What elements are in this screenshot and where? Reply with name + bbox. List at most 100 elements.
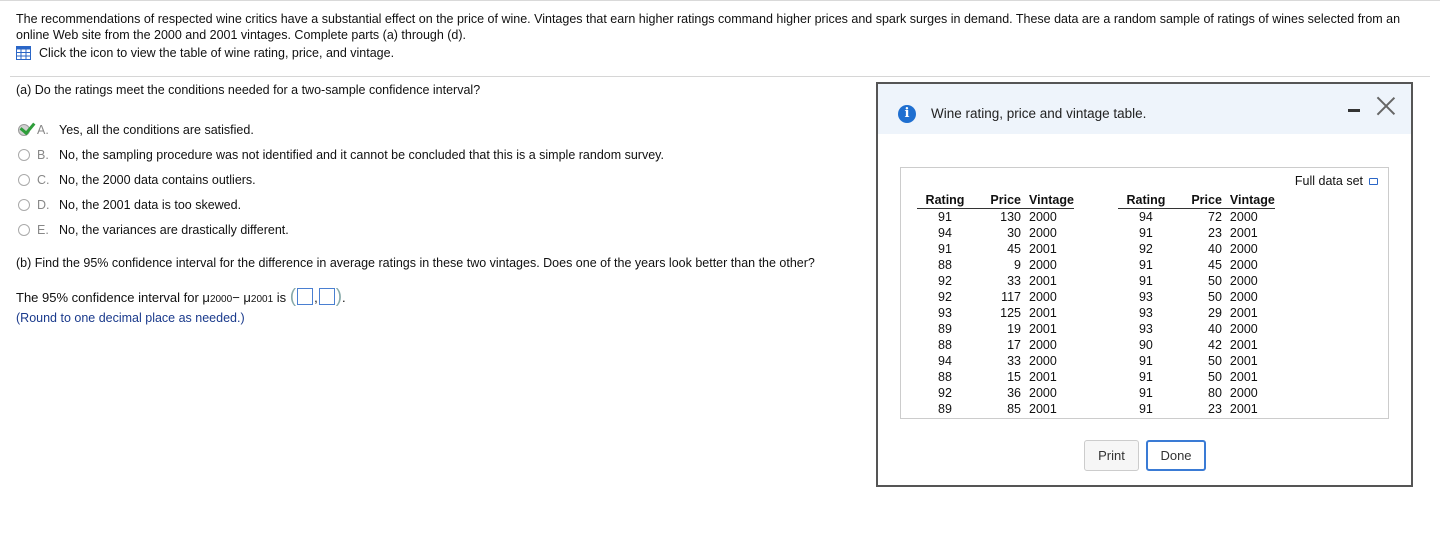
table-cell: 2001 (1229, 338, 1258, 352)
option-e[interactable]: E. No, the variances are drastically dif… (18, 222, 289, 238)
part-b-question: (b) Find the 95% confidence interval for… (16, 256, 815, 270)
close-icon[interactable] (1376, 96, 1396, 116)
table-cell: 93 (1138, 290, 1153, 304)
table-cell: 2001 (1029, 242, 1057, 256)
done-button[interactable]: Done (1146, 440, 1206, 471)
option-text: No, the 2001 data is too skewed. (59, 198, 242, 212)
ci-comma: , (314, 290, 318, 305)
col-header: Price (973, 192, 1029, 209)
data-table-dialog: i Wine rating, price and vintage table. … (876, 82, 1413, 487)
option-letter: A. (37, 123, 49, 137)
table-cell: 2001 (1029, 306, 1057, 320)
table-cell: 23 (1208, 402, 1222, 416)
table-cell: 2000 (1029, 386, 1057, 400)
option-letter: E. (37, 223, 49, 237)
table-link[interactable]: Click the icon to view the table of wine… (16, 46, 394, 60)
table-cell: 92 (938, 386, 952, 400)
table-cell: 45 (1007, 242, 1021, 256)
divider (10, 76, 1430, 77)
table-cell: 85 (1007, 402, 1021, 416)
table-cell: 2001 (1229, 226, 1258, 240)
table-cell: 50 (1208, 274, 1222, 288)
part-a-question: (a) Do the ratings meet the conditions n… (16, 83, 481, 97)
table-cell: 42 (1208, 338, 1222, 352)
radio-b[interactable] (18, 149, 30, 161)
table-cell: 2000 (1029, 258, 1057, 272)
table-cell: 40 (1208, 322, 1222, 336)
table-cell: 2001 (1029, 370, 1057, 384)
table-cell: 2000 (1229, 322, 1258, 336)
radio-d[interactable] (18, 199, 30, 211)
ci-sub-2000: 2000 (209, 294, 233, 305)
table-cell: 91 (1138, 370, 1153, 384)
table-cell: 2000 (1229, 210, 1258, 224)
table-cell: 2001 (1229, 354, 1258, 368)
table-cell: 2000 (1029, 210, 1057, 224)
option-a[interactable]: A. Yes, all the conditions are satisfied… (18, 118, 254, 138)
ci-period: . (342, 290, 346, 305)
table-cell: 94 (1138, 210, 1153, 224)
table-cell: 92 (938, 274, 952, 288)
minimize-icon[interactable] (1348, 109, 1360, 112)
table-cell: 88 (938, 258, 952, 272)
table-cell: 89 (938, 402, 952, 416)
table-row: 92 117 2000 93 50 2000 (917, 289, 1275, 305)
table-cell: 50 (1208, 290, 1222, 304)
ci-upper-input[interactable] (318, 288, 335, 305)
table-row: 91 45 2001 92 40 2000 (917, 241, 1275, 257)
option-text: No, the variances are drastically differ… (59, 223, 289, 237)
table-cell: 91 (1138, 402, 1153, 416)
confidence-interval-sentence: The 95% confidence interval for μ 2000 − … (16, 287, 346, 306)
table-cell: 125 (1000, 306, 1021, 320)
table-cell: 2000 (1029, 338, 1057, 352)
table-cell: 2000 (1229, 386, 1258, 400)
copy-icon[interactable] (1369, 177, 1378, 185)
table-cell: 91 (1138, 258, 1153, 272)
full-data-set-link[interactable]: Full data set (1295, 174, 1378, 188)
table-cell: 92 (938, 290, 952, 304)
table-cell: 91 (1138, 226, 1153, 240)
radio-c[interactable] (18, 174, 30, 186)
table-cell: 2000 (1229, 290, 1258, 304)
table-cell: 94 (938, 354, 952, 368)
table-row: 93 125 2001 93 29 2001 (917, 305, 1275, 321)
table-cell: 2001 (1229, 306, 1258, 320)
option-letter: D. (37, 198, 50, 212)
table-cell: 2000 (1029, 354, 1057, 368)
option-text: No, the sampling procedure was not ident… (59, 148, 664, 162)
print-button[interactable]: Print (1084, 440, 1139, 471)
option-d[interactable]: D. No, the 2001 data is too skewed. (18, 197, 241, 213)
table-cell: 17 (1007, 338, 1021, 352)
table-cell: 45 (1208, 258, 1222, 272)
table-cell: 93 (938, 306, 952, 320)
table-cell: 2000 (1029, 226, 1057, 240)
dialog-title: Wine rating, price and vintage table. (931, 106, 1147, 121)
table-cell: 29 (1208, 306, 1222, 320)
radio-e[interactable] (18, 224, 30, 236)
table-cell: 2001 (1029, 274, 1057, 288)
table-cell: 91 (938, 242, 952, 256)
table-cell: 72 (1208, 210, 1222, 224)
table-cell: 2000 (1229, 242, 1258, 256)
table-cell: 90 (1138, 338, 1153, 352)
table-icon[interactable] (16, 46, 31, 60)
option-letter: B. (37, 148, 49, 162)
col-header: Vintage (1229, 192, 1275, 209)
col-header: Vintage (1029, 192, 1074, 209)
table-row: 89 85 2001 91 23 2001 (917, 401, 1275, 417)
ci-lower-input[interactable] (297, 288, 314, 305)
table-cell: 2001 (1029, 402, 1057, 416)
table-cell: 2001 (1229, 370, 1258, 384)
full-data-set-label: Full data set (1294, 174, 1363, 188)
table-cell: 93 (1138, 306, 1153, 320)
table-cell: 2000 (1029, 290, 1057, 304)
radio-a[interactable] (18, 118, 36, 136)
table-cell: 36 (1007, 386, 1021, 400)
option-c[interactable]: C. No, the 2000 data contains outliers. (18, 172, 256, 188)
table-row: 89 19 2001 93 40 2000 (917, 321, 1275, 337)
ci-minus: − μ (232, 290, 251, 305)
table-cell: 30 (1007, 226, 1021, 240)
table-row: 92 33 2001 91 50 2000 (917, 273, 1275, 289)
table-row: 88 15 2001 91 50 2001 (917, 369, 1275, 385)
option-b[interactable]: B. No, the sampling procedure was not id… (18, 147, 664, 163)
